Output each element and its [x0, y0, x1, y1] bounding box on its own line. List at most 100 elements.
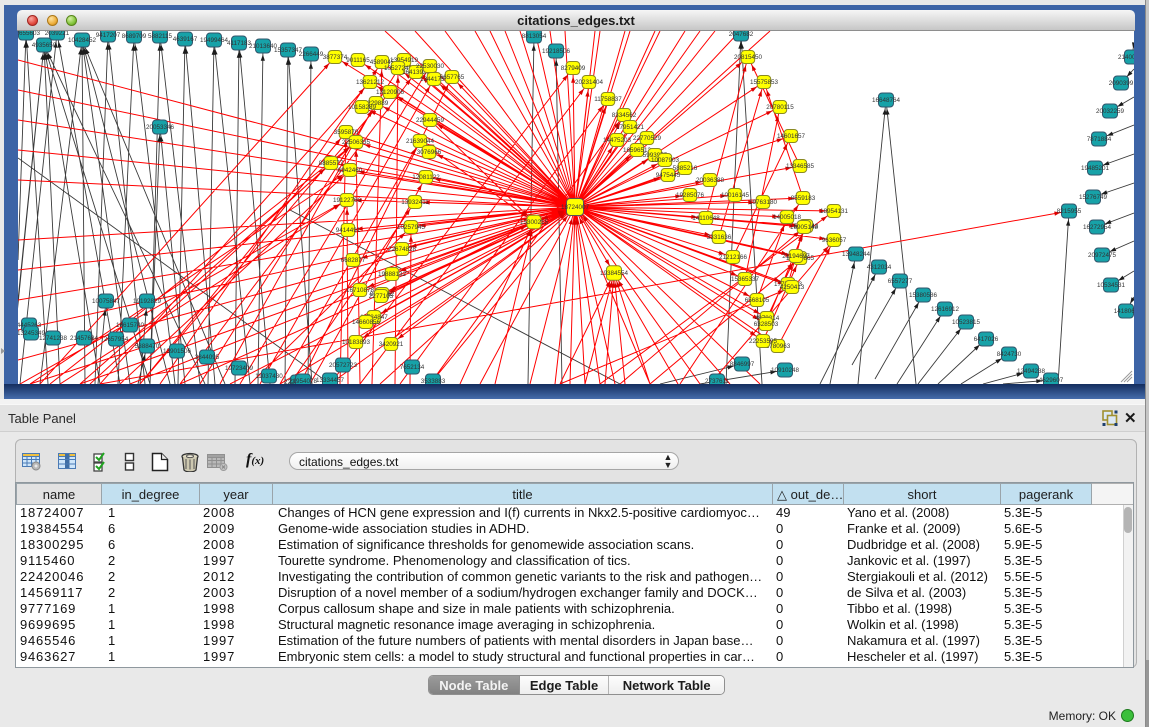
svg-text:19763180: 19763180	[749, 199, 778, 206]
svg-text:21954078: 21954078	[289, 378, 318, 384]
svg-text:10075847: 10075847	[92, 298, 121, 305]
svg-text:20815450: 20815450	[734, 54, 763, 61]
svg-text:18954131: 18954131	[820, 208, 849, 215]
svg-text:10158289: 10158289	[348, 104, 377, 111]
svg-text:11758837: 11758837	[594, 96, 622, 103]
svg-text:13120906: 13120906	[376, 89, 405, 96]
svg-text:4935650: 4935650	[32, 42, 57, 49]
svg-text:2047682: 2047682	[729, 31, 754, 38]
svg-text:9414491: 9414491	[336, 227, 361, 234]
svg-text:22674828: 22674828	[388, 246, 417, 253]
svg-text:6417026: 6417026	[974, 336, 999, 343]
svg-text:19485201: 19485201	[1081, 165, 1110, 172]
svg-text:20032259: 20032259	[1096, 108, 1125, 115]
svg-text:22506335: 22506335	[342, 139, 371, 146]
svg-text:12741238: 12741238	[39, 335, 68, 342]
svg-text:5885216: 5885216	[673, 165, 698, 172]
svg-text:21212166: 21212166	[719, 254, 748, 261]
svg-text:15276749: 15276749	[1079, 194, 1108, 201]
svg-text:21194697: 21194697	[782, 253, 810, 260]
svg-text:12081122: 12081122	[412, 174, 440, 181]
svg-text:19499464: 19499464	[200, 37, 229, 44]
svg-text:9475445: 9475445	[656, 172, 681, 179]
svg-text:19888132: 19888132	[378, 271, 407, 278]
svg-text:3844095: 3844095	[195, 354, 220, 361]
svg-text:17951421: 17951421	[616, 124, 645, 131]
svg-text:2657954: 2657954	[104, 336, 129, 343]
svg-text:21457684: 21457684	[70, 335, 99, 342]
svg-text:3076966: 3076966	[417, 149, 442, 156]
svg-text:6568105: 6568105	[745, 297, 770, 304]
svg-text:20780115: 20780115	[766, 104, 794, 111]
svg-text:8559183: 8559183	[791, 195, 816, 202]
svg-text:10183893: 10183893	[342, 339, 371, 346]
svg-text:19218506: 19218506	[542, 48, 571, 55]
svg-text:22655603: 22655603	[18, 31, 40, 37]
svg-text:4117183: 4117183	[227, 40, 252, 47]
svg-text:16648764: 16648764	[872, 97, 901, 104]
svg-text:9011165: 9011165	[346, 57, 370, 64]
svg-text:19192829: 19192829	[133, 298, 162, 305]
svg-text:6328503: 6328503	[754, 321, 779, 328]
svg-text:10428452: 10428452	[68, 37, 97, 44]
svg-text:2266449: 2266449	[299, 51, 324, 58]
svg-text:20572723: 20572723	[329, 362, 358, 369]
svg-text:8279409: 8279409	[561, 65, 586, 72]
svg-text:21639044: 21639044	[406, 138, 435, 145]
svg-text:8813054: 8813054	[522, 33, 547, 40]
svg-text:18724007: 18724007	[561, 204, 590, 211]
svg-text:4312034: 4312034	[867, 264, 892, 271]
svg-text:3533883: 3533883	[421, 378, 446, 384]
svg-text:12616912: 12616912	[931, 306, 960, 313]
svg-text:8424730: 8424730	[997, 351, 1022, 358]
svg-text:21400396: 21400396	[1118, 54, 1134, 61]
svg-text:13346585: 13346585	[786, 163, 815, 170]
svg-text:11037430: 11037430	[255, 373, 283, 380]
svg-text:10523815: 10523815	[952, 319, 981, 326]
svg-text:13334457: 13334457	[316, 377, 345, 384]
svg-text:8846997: 8846997	[730, 361, 755, 368]
svg-text:14110648: 14110648	[692, 215, 720, 222]
svg-text:10257945: 10257945	[397, 224, 426, 231]
svg-text:7871884: 7871884	[1087, 136, 1112, 143]
svg-text:7652134: 7652134	[400, 364, 425, 371]
svg-text:6557277: 6557277	[888, 278, 913, 285]
svg-text:5882115: 5882115	[148, 33, 173, 40]
svg-text:6682877: 6682877	[341, 257, 366, 264]
svg-text:2039221: 2039221	[45, 31, 70, 37]
svg-text:4629607: 4629607	[1039, 377, 1064, 384]
svg-text:4639167: 4639167	[173, 36, 198, 43]
svg-text:10910248: 10910248	[771, 367, 800, 374]
svg-text:12494238: 12494238	[1017, 368, 1046, 375]
svg-text:8334562: 8334562	[612, 112, 637, 119]
svg-text:1418062: 1418062	[1114, 308, 1134, 315]
svg-text:20036388: 20036388	[696, 177, 725, 184]
svg-text:10087903: 10087903	[651, 157, 680, 164]
svg-text:3420921: 3420921	[379, 341, 404, 348]
svg-text:6657765: 6657765	[440, 74, 465, 81]
svg-text:8689709: 8689709	[122, 33, 147, 40]
svg-text:13901506: 13901506	[163, 348, 192, 355]
svg-text:9417207: 9417207	[96, 32, 121, 39]
svg-text:19384554: 19384554	[600, 270, 629, 277]
svg-text:16272954: 16272954	[1083, 224, 1112, 231]
svg-text:15380586: 15380586	[909, 292, 938, 299]
svg-text:3877374: 3877374	[323, 54, 348, 61]
svg-text:14660856: 14660856	[352, 319, 381, 326]
svg-text:10534531: 10534531	[1097, 282, 1126, 289]
svg-text:14005018: 14005018	[773, 214, 802, 221]
svg-text:10016145: 10016145	[721, 192, 750, 199]
svg-text:15300215: 15300215	[520, 219, 549, 226]
svg-text:2737611: 2737611	[705, 378, 730, 384]
svg-text:16905148: 16905148	[790, 224, 819, 231]
svg-text:20972475: 20972475	[1088, 252, 1117, 259]
svg-text:2277105: 2277105	[369, 293, 394, 300]
svg-text:20053346: 20053346	[146, 124, 175, 131]
svg-text:13621212: 13621212	[356, 79, 385, 86]
svg-text:4250413: 4250413	[780, 284, 805, 291]
svg-text:22770529: 22770529	[633, 135, 662, 142]
svg-text:3331636: 3331636	[707, 234, 732, 241]
svg-text:13932411: 13932411	[401, 199, 429, 206]
svg-text:22944459: 22944459	[416, 117, 445, 124]
svg-text:19723409: 19723409	[225, 365, 254, 372]
